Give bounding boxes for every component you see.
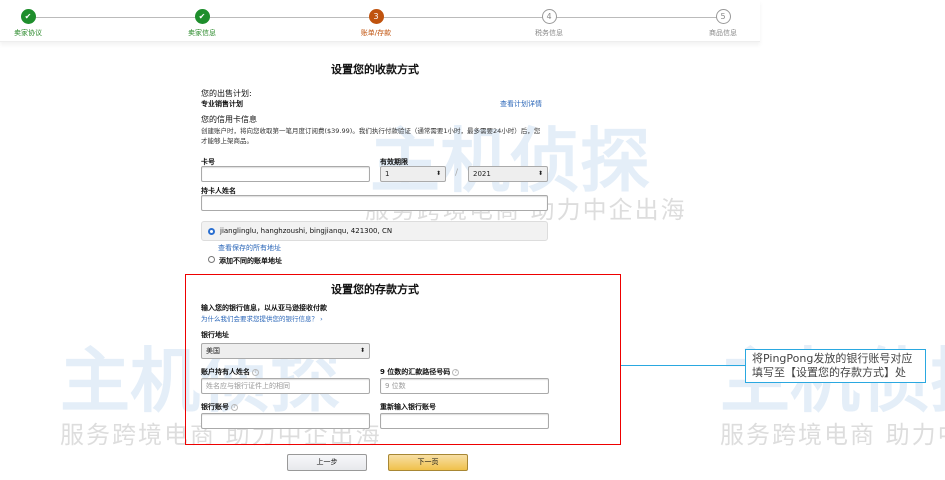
account-holder-label: 账户持有人姓名? [201,367,259,377]
bank-account-input[interactable] [201,413,370,429]
plan-details-link[interactable]: 查看计划详情 [500,99,542,109]
card-holder-input[interactable] [201,195,548,211]
card-heading: 您的信用卡信息 [201,115,257,124]
step-3: 3 账单/存款 [336,9,416,38]
why-bank-info-link[interactable]: 为什么我们会要求您提供您的银行信息？ › [201,313,323,323]
expiry-separator: / [455,168,459,178]
view-addresses-link[interactable]: 查看保存的所有地址 [218,243,281,253]
step-5: 5 商品信息 [683,9,763,38]
card-desc: 创建账户时，将向您收取第一笔月度订阅费($39.99)。我们执行付款验证（通常需… [201,127,541,135]
next-button[interactable]: 下一页 [388,454,468,471]
bank-location-select[interactable]: 美国 [201,343,370,359]
help-icon[interactable]: ? [252,368,259,376]
help-icon[interactable]: ? [452,368,460,376]
callout-connector [621,365,745,366]
step-1: ✔ 卖家协议 [0,9,68,38]
help-icon[interactable]: ? [231,403,238,411]
routing-number-label: 9 位数的汇款路径号码? [380,367,460,377]
check-icon: ✔ [194,9,210,24]
expiry-year-select[interactable]: 2021 [468,166,548,182]
deposit-title: 设置您的存款方式 [331,283,419,296]
watermark: 主机侦探 [370,120,650,202]
reenter-account-label: 重新输入银行账号 [380,403,436,411]
deposit-intro: 输入您的银行信息，以从亚马逊接收付款 [201,304,327,312]
back-button[interactable]: 上一步 [287,454,367,471]
step-2: ✔ 卖家信息 [162,9,242,38]
card-number-input[interactable] [201,166,370,182]
address-radio-selected[interactable] [208,228,215,235]
plan-value: 专业销售计划 [201,100,243,108]
billing-address-option[interactable]: jianglinglu, hanghzoushi, bingjianqu, 42… [201,221,548,241]
routing-number-input[interactable]: 9 位数 [380,378,549,394]
reenter-account-input[interactable] [380,413,549,429]
step-4: 4 税务信息 [509,9,589,38]
bank-account-label: 银行账号? [201,402,238,412]
bank-location-label: 银行地址 [201,331,229,339]
add-address-label: 添加不同的账单地址 [219,257,282,265]
progress-steps: ✔ 卖家协议 ✔ 卖家信息 3 账单/存款 4 税务信息 5 商品信息 [0,0,760,42]
add-address-radio[interactable] [208,256,215,263]
card-desc-2: 才能够上架商品。 [201,137,253,145]
plan-label: 您的出售计划: [201,89,252,98]
annotation-callout: 将PingPong发放的银行账号对应 填写至【设置您的存款方式】处 [745,349,926,383]
watermark-slogan: 服务跨境电商 助力中企出海 [720,421,945,449]
account-holder-input[interactable]: 姓名应与银行证件上的相同 [201,378,370,394]
expiry-month-select[interactable]: 1 [380,166,446,182]
payment-title: 设置您的收款方式 [331,63,419,76]
check-icon: ✔ [20,9,36,24]
